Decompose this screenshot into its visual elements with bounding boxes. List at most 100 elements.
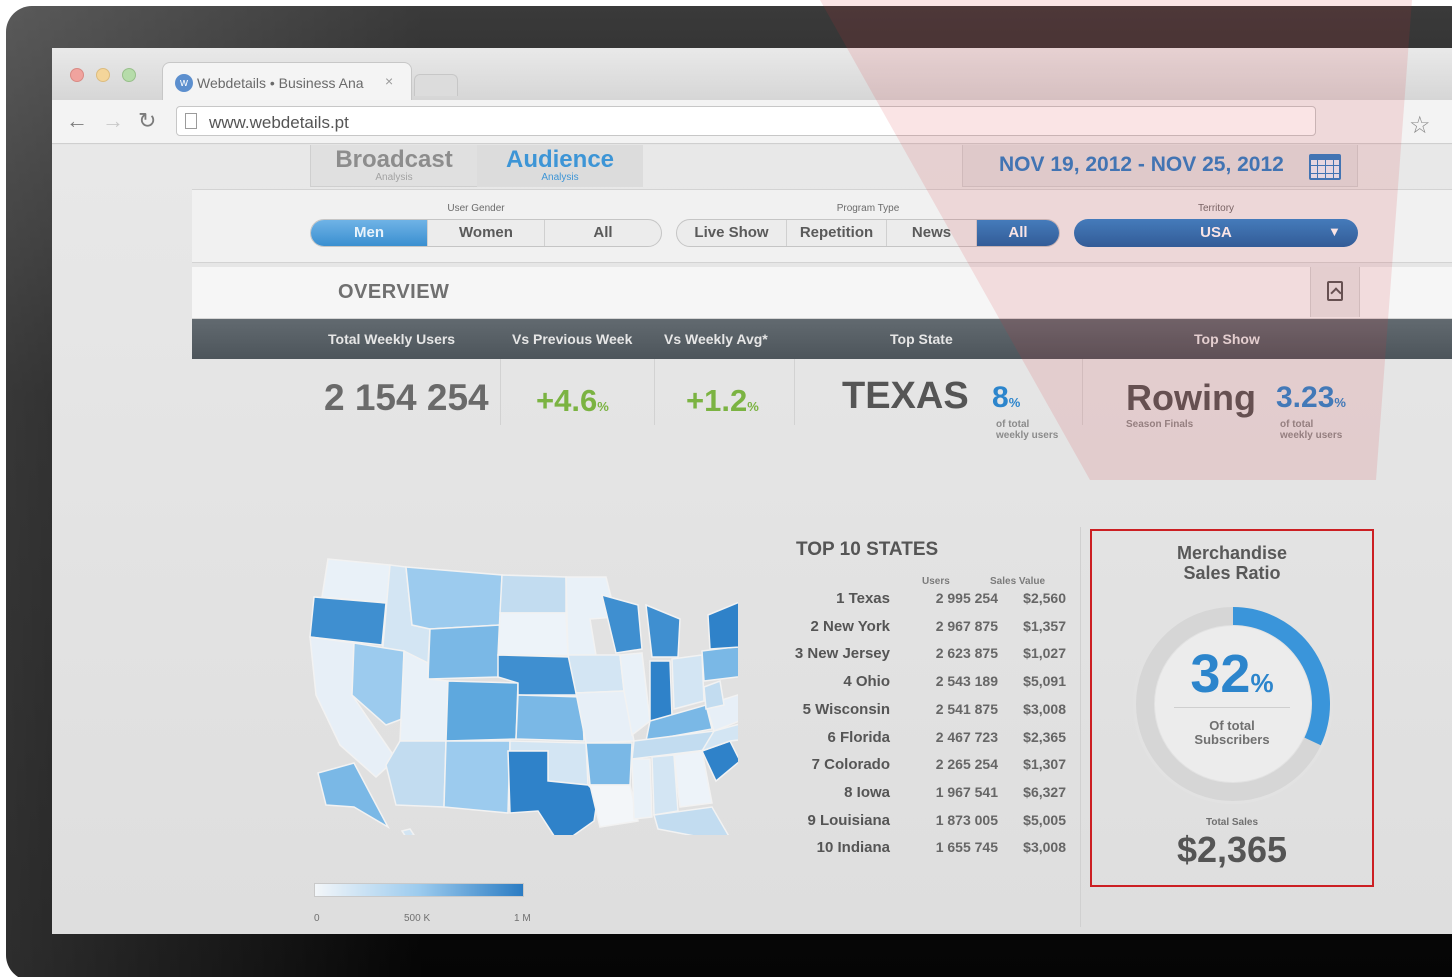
program-news-button[interactable]: News bbox=[887, 220, 977, 246]
gender-all-button[interactable]: All bbox=[545, 220, 661, 246]
top-state-sub-line2: weekly users bbox=[996, 430, 1059, 441]
top-state-name: 10 Indiana bbox=[816, 839, 890, 857]
merchandise-title-line1: Merchandise bbox=[1176, 543, 1288, 563]
top-state-users: 2 995 254 bbox=[935, 590, 998, 606]
total-sales-value: $2,365 bbox=[1176, 829, 1288, 870]
donut-divider bbox=[1174, 707, 1290, 708]
state-hawaii bbox=[400, 828, 415, 835]
close-tab-icon[interactable]: × bbox=[385, 73, 393, 89]
export-icon bbox=[1327, 281, 1343, 301]
kpi-divider bbox=[794, 359, 795, 425]
top-state-users: 2 967 875 bbox=[935, 617, 998, 634]
browser-toolbar: ← → ↻ www.webdetails.pt ☆ bbox=[52, 100, 1452, 144]
top-state-name: 3 New Jersey bbox=[794, 645, 890, 663]
section-divider bbox=[1080, 527, 1081, 927]
top-state-sales: $3,008 bbox=[1023, 839, 1066, 856]
top-state-name: 7 Colorado bbox=[811, 756, 890, 774]
program-repetition-button[interactable]: Repetition bbox=[787, 220, 887, 246]
merchandise-title: Merchandise Sales Ratio bbox=[1092, 543, 1372, 583]
territory-select[interactable]: USA ▼ bbox=[1074, 219, 1358, 247]
tab-audience[interactable]: Audience Analysis bbox=[477, 145, 643, 187]
percent-sign: % bbox=[1250, 668, 1274, 698]
state-alabama bbox=[651, 754, 679, 816]
browser-tab-strip: w Webdetails • Business Ana × bbox=[52, 48, 1452, 100]
state-arizona bbox=[385, 740, 447, 808]
browser-window: w Webdetails • Business Ana × ← → ↻ www.… bbox=[52, 48, 1452, 934]
state-washington bbox=[321, 558, 391, 604]
kpi-divider bbox=[500, 359, 501, 425]
reload-icon[interactable]: ↻ bbox=[138, 108, 156, 134]
vs-weekly-avg-value: +1.2% bbox=[686, 383, 759, 419]
tab-audience-sub: Analysis bbox=[541, 172, 579, 183]
top-state-sales: $6,327 bbox=[1023, 783, 1066, 800]
gender-men-button[interactable]: Men bbox=[311, 220, 428, 246]
top-state-name: 1 Texas bbox=[836, 590, 890, 607]
top-state-sales: $5,091 bbox=[1023, 673, 1066, 690]
program-type-toggle: Live Show Repetition News All bbox=[676, 219, 1060, 247]
user-gender-toggle: Men Women All bbox=[310, 219, 662, 247]
percent-sign: % bbox=[1008, 395, 1021, 410]
new-tab-button[interactable] bbox=[414, 74, 458, 96]
minimize-window-icon[interactable] bbox=[96, 68, 110, 82]
top-state-users: 1 655 745 bbox=[935, 839, 998, 856]
kpi-header-total-users: Total Weekly Users bbox=[328, 331, 456, 347]
tab-title: Webdetails • Business Ana bbox=[197, 75, 364, 91]
dashboard: Broadcast Analysis Audience Analysis NOV… bbox=[52, 145, 1452, 934]
maximize-window-icon[interactable] bbox=[122, 68, 136, 82]
forward-icon[interactable]: → bbox=[102, 108, 124, 134]
sales-ratio-number: 32 bbox=[1190, 644, 1251, 704]
top-show-value: Rowing bbox=[1126, 377, 1256, 418]
export-button[interactable] bbox=[1310, 267, 1360, 317]
photo-stage: w Webdetails • Business Ana × ← → ↻ www.… bbox=[0, 0, 1452, 977]
map-legend-min: 0 bbox=[314, 913, 320, 924]
top-state-users: 2 623 875 bbox=[935, 645, 998, 662]
top-states-title: TOP 10 STATES bbox=[796, 539, 939, 560]
close-window-icon[interactable] bbox=[70, 68, 84, 82]
program-all-button[interactable]: All bbox=[977, 220, 1059, 246]
top-state-users: 1 967 541 bbox=[935, 783, 998, 800]
state-kansas bbox=[515, 694, 585, 742]
top-state-users: 1 873 005 bbox=[935, 811, 998, 828]
tab-broadcast[interactable]: Broadcast Analysis bbox=[311, 145, 477, 187]
merchandise-sales-panel: Merchandise Sales Ratio 32% Of total Sub… bbox=[1090, 529, 1374, 887]
webdetails-favicon-icon: w bbox=[175, 74, 193, 92]
tab-broadcast-sub: Analysis bbox=[375, 172, 413, 183]
top-state-sub: of total weekly users bbox=[996, 419, 1058, 441]
state-arkansas bbox=[585, 742, 633, 786]
chevron-down-icon: ▼ bbox=[1328, 224, 1341, 239]
date-range-picker[interactable]: NOV 19, 2012 - NOV 25, 2012 bbox=[962, 145, 1358, 187]
merchandise-title-line2: Sales Ratio bbox=[1183, 563, 1281, 583]
top-state-row: 9 Louisiana 1 873 005 $5,005 bbox=[772, 812, 1072, 839]
browser-tab[interactable]: w Webdetails • Business Ana × bbox=[162, 62, 412, 100]
top-show-percent-sub: of total weekly users bbox=[1280, 419, 1342, 441]
percent-sign: % bbox=[747, 399, 759, 414]
calendar-icon[interactable] bbox=[1309, 154, 1341, 180]
gender-women-button[interactable]: Women bbox=[428, 220, 545, 246]
back-icon[interactable]: ← bbox=[66, 108, 88, 134]
territory-value: USA bbox=[1200, 224, 1232, 241]
top-state-name: 4 Ohio bbox=[843, 673, 890, 691]
top-state-row: 8 Iowa 1 967 541 $6,327 bbox=[772, 784, 1072, 811]
state-south-dakota bbox=[497, 612, 569, 656]
map-legend-max: 1 M bbox=[514, 913, 531, 924]
top-state-percent-number: 8 bbox=[992, 381, 1009, 414]
top-state-users: 2 265 254 bbox=[935, 756, 998, 773]
top-state-row: 6 Florida 2 467 723 $2,365 bbox=[772, 729, 1072, 756]
top-show-percent-sub-line1: of total bbox=[1280, 419, 1314, 430]
top-state-row: 5 Wisconsin 2 541 875 $3,008 bbox=[772, 701, 1072, 728]
program-type-label: Program Type bbox=[836, 203, 900, 214]
top-state-row: 10 Indiana 1 655 745 $3,008 bbox=[772, 839, 1072, 866]
top-state-sales: $1,357 bbox=[1023, 617, 1066, 634]
top-state-percent: 8% bbox=[992, 381, 1020, 415]
top-state-sales: $2,365 bbox=[1023, 728, 1066, 745]
date-range-text: NOV 19, 2012 - NOV 25, 2012 bbox=[999, 153, 1284, 176]
top-show-percent: 3.23% bbox=[1276, 381, 1346, 415]
tab-broadcast-title: Broadcast bbox=[335, 146, 453, 173]
page-icon bbox=[185, 113, 197, 129]
kpi-values-row: 2 154 254 +4.6% +1.2% TEXAS 8% of total … bbox=[310, 359, 1452, 441]
map-legend-mid: 500 K bbox=[404, 913, 431, 924]
address-bar[interactable]: www.webdetails.pt ☆ bbox=[176, 106, 1431, 139]
program-live-show-button[interactable]: Live Show bbox=[677, 220, 787, 246]
bookmark-star-icon[interactable]: ☆ bbox=[1409, 111, 1431, 140]
top-state-row: 3 New Jersey 2 623 875 $1,027 bbox=[772, 645, 1072, 672]
